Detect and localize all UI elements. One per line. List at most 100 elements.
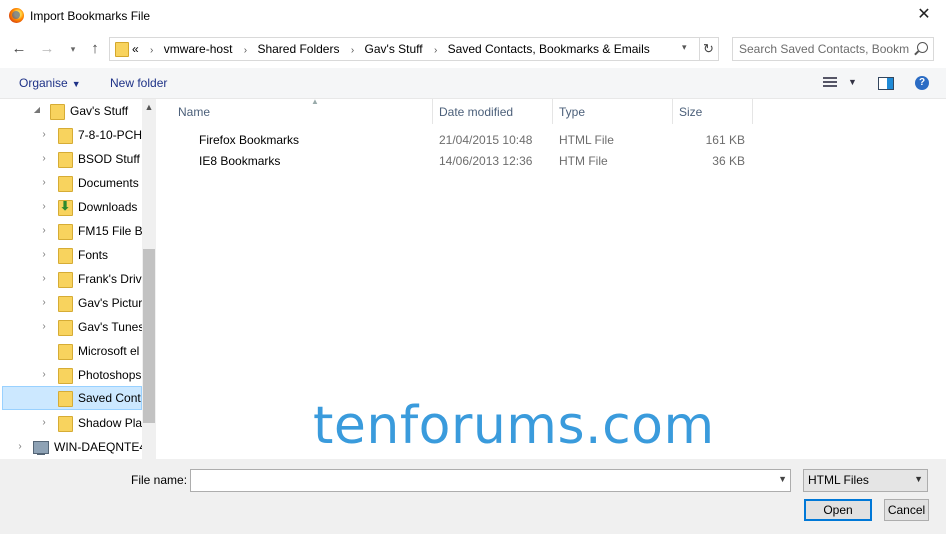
tree-item-label: Microsoft el [78, 344, 140, 358]
tree-item-label: Fonts [78, 248, 109, 262]
expand-arrow-icon[interactable]: › [39, 153, 49, 164]
tree-item-selected[interactable]: Saved Conta [2, 386, 142, 410]
expand-arrow-icon[interactable]: › [39, 273, 49, 284]
file-name-input[interactable] [195, 472, 765, 488]
tree-item[interactable]: ◢ Gav's Stuff [0, 99, 142, 123]
expand-arrow-icon[interactable]: › [39, 177, 49, 188]
expand-arrow-icon[interactable]: › [39, 297, 49, 308]
tree-item-label: 7-8-10-PCH [78, 128, 142, 142]
table-row[interactable]: Firefox Bookmarks 21/04/2015 10:48 HTML … [158, 130, 758, 151]
expand-arrow-icon[interactable]: › [39, 417, 49, 428]
expand-arrow-icon[interactable]: › [15, 441, 25, 452]
tree-item-label: Saved Conta [78, 391, 141, 405]
dialog-footer: File name: ▼ HTML Files ▼ Open Cancel [0, 459, 946, 534]
open-button[interactable]: Open [804, 499, 872, 521]
file-type: HTM File [559, 154, 608, 168]
column-label: Date modified [439, 105, 514, 119]
search-input[interactable] [739, 41, 909, 57]
column-label: Size [679, 105, 703, 119]
organise-label: Organise [19, 76, 68, 90]
view-options-icon[interactable] [823, 77, 837, 89]
tree-item-label: Documents [78, 176, 139, 190]
file-type: HTML File [559, 133, 614, 147]
folder-icon [58, 391, 73, 407]
tree-item[interactable]: › Gav's Pictur [0, 291, 142, 315]
tree-item[interactable]: › Shadow Pla [0, 411, 142, 435]
preview-pane-icon[interactable] [878, 77, 894, 90]
tree-item[interactable]: › Documents [0, 171, 142, 195]
address-bar[interactable]: « › vmware-host › Shared Folders › Gav's… [109, 37, 700, 61]
breadcrumb-overflow[interactable]: « [132, 42, 139, 56]
tree-item[interactable]: › FM15 File Ba [0, 219, 142, 243]
chevron-right-icon: › [350, 45, 355, 56]
column-header-name[interactable]: Name ▲ [171, 97, 433, 124]
back-button[interactable]: ← [10, 40, 28, 58]
folder-icon [58, 224, 73, 240]
folder-icon [58, 176, 73, 192]
navigation-scrollbar[interactable]: ▲ [142, 99, 156, 459]
tree-item[interactable]: › Gav's Tunes [0, 315, 142, 339]
tree-item-label: WIN-DAEQNTE4 [54, 440, 142, 454]
tree-item[interactable]: › WIN-DAEQNTE4 [0, 435, 142, 459]
column-header-size[interactable]: Size [672, 99, 752, 124]
folder-icon [50, 104, 65, 120]
column-divider[interactable] [752, 99, 753, 124]
folder-icon [58, 416, 73, 432]
search-box[interactable] [732, 37, 934, 61]
refresh-button[interactable]: ↻ [699, 37, 719, 61]
folder-icon [58, 152, 73, 168]
expand-arrow-icon[interactable]: › [39, 225, 49, 236]
column-header-date[interactable]: Date modified [432, 99, 552, 124]
computer-icon [33, 441, 49, 455]
expand-arrow-icon[interactable]: › [39, 369, 49, 380]
chevron-right-icon: › [150, 45, 154, 56]
file-name-combobox[interactable]: ▼ [190, 469, 791, 492]
expand-arrow-icon[interactable]: › [39, 201, 49, 212]
expand-arrow-icon[interactable]: ◢ [32, 105, 42, 114]
view-dropdown[interactable]: ▼ [848, 77, 857, 87]
address-dropdown[interactable]: ▾ [682, 42, 687, 53]
breadcrumb-item[interactable]: Saved Contacts, Bookmarks & Emails [448, 42, 650, 56]
column-header-type[interactable]: Type [552, 99, 672, 124]
breadcrumb-item[interactable]: Shared Folders [257, 42, 339, 56]
scroll-up-icon[interactable]: ▲ [142, 99, 156, 116]
file-name: Firefox Bookmarks [199, 133, 300, 147]
expand-arrow-icon[interactable]: › [39, 129, 49, 140]
search-icon[interactable] [917, 42, 928, 53]
expand-arrow-icon[interactable]: › [39, 249, 49, 260]
breadcrumb-item[interactable]: vmware-host [164, 42, 233, 56]
column-label: Type [559, 105, 586, 119]
table-row[interactable]: IE8 Bookmarks 14/06/2013 12:36 HTM File … [158, 151, 758, 172]
forward-button[interactable]: → [38, 40, 56, 58]
firefox-icon [9, 8, 24, 23]
tree-item-label: Photoshops [78, 368, 142, 382]
tree-item-label: Gav's Pictur [78, 296, 142, 310]
navigation-pane: ◢ Gav's Stuff › 7-8-10-PCH › BSOD Stuff … [0, 99, 156, 459]
command-bar: Organise ▼ New folder ▼ ? [0, 68, 946, 99]
close-button[interactable]: ✕ [912, 4, 936, 26]
file-type-filter[interactable]: HTML Files ▼ [803, 469, 928, 492]
breadcrumb-item[interactable]: Gav's Stuff [365, 42, 423, 56]
column-label: Name [178, 105, 211, 119]
tree-item-label: Frank's Driv [78, 272, 142, 286]
watermark: tenforums.com [313, 396, 715, 456]
folder-icon [58, 296, 73, 312]
up-button[interactable]: ↑ [86, 40, 104, 58]
scrollbar-thumb[interactable] [143, 249, 155, 423]
tree-item[interactable]: › Photoshops [0, 363, 142, 387]
new-folder-button[interactable]: New folder [110, 76, 167, 90]
cancel-button[interactable]: Cancel [884, 499, 929, 521]
tree-item[interactable]: › BSOD Stuff [0, 147, 142, 171]
help-icon[interactable]: ? [915, 76, 929, 90]
expand-arrow-icon[interactable]: › [39, 321, 49, 332]
file-name: IE8 Bookmarks [199, 154, 281, 168]
chevron-down-icon[interactable]: ▼ [778, 474, 787, 484]
tree-item[interactable]: › Frank's Driv [0, 267, 142, 291]
tree-item[interactable]: Microsoft el [0, 339, 142, 363]
organise-button[interactable]: Organise ▼ [19, 76, 81, 90]
tree-item[interactable]: › 7-8-10-PCH [0, 123, 142, 147]
tree-item[interactable]: › Downloads [0, 195, 142, 219]
tree-item[interactable]: › Fonts [0, 243, 142, 267]
recent-locations-dropdown[interactable]: ▾ [64, 40, 82, 58]
tree-item-label: Gav's Tunes [78, 320, 142, 334]
